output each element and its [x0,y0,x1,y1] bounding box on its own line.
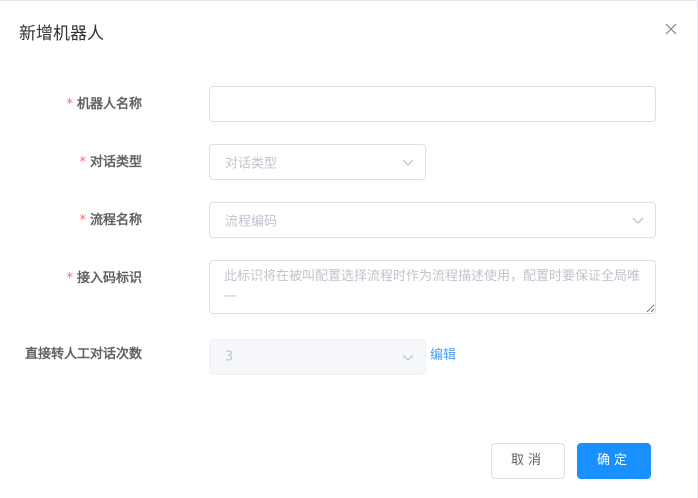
add-robot-dialog: 新增机器人 * 机器人名称 * 对话类型 对话类型 * 流程名称 流程编码 * 接入码标… [0,0,698,498]
access-code-textarea[interactable] [209,260,656,314]
flow-name-label: * 流程名称 [79,212,142,230]
flow-name-label-text: 流程名称 [89,213,142,228]
robot-name-label: * 机器人名称 [66,96,142,114]
access-code-label: * 接入码标识 [66,270,142,288]
flow-name-select[interactable]: 流程编码 [209,202,656,238]
dialog-type-placeholder: 对话类型 [225,156,278,172]
required-mark: * [66,97,73,112]
flow-name-placeholder: 流程编码 [225,214,278,230]
close-icon[interactable] [661,19,681,39]
dialog-type-label: * 对话类型 [79,154,142,172]
transfer-count-select: 3 [209,339,426,375]
edit-link[interactable]: 编辑 [430,347,456,365]
robot-name-label-text: 机器人名称 [76,97,142,112]
chevron-down-icon [401,350,415,364]
chevron-down-icon [401,155,415,169]
cancel-button[interactable]: 取消 [491,443,565,479]
dialog-type-select[interactable]: 对话类型 [209,144,426,180]
access-code-label-text: 接入码标识 [76,271,142,286]
chevron-down-icon [631,213,645,227]
required-mark: * [79,213,86,228]
confirm-button[interactable]: 确定 [577,443,651,479]
transfer-count-value: 3 [225,349,234,365]
required-mark: * [79,155,86,170]
transfer-count-label: 直接转人工对话次数 [24,347,142,362]
dialog-type-label-text: 对话类型 [89,155,142,170]
dialog-title: 新增机器人 [19,24,104,44]
required-mark: * [66,271,73,286]
robot-name-input[interactable] [209,86,656,122]
